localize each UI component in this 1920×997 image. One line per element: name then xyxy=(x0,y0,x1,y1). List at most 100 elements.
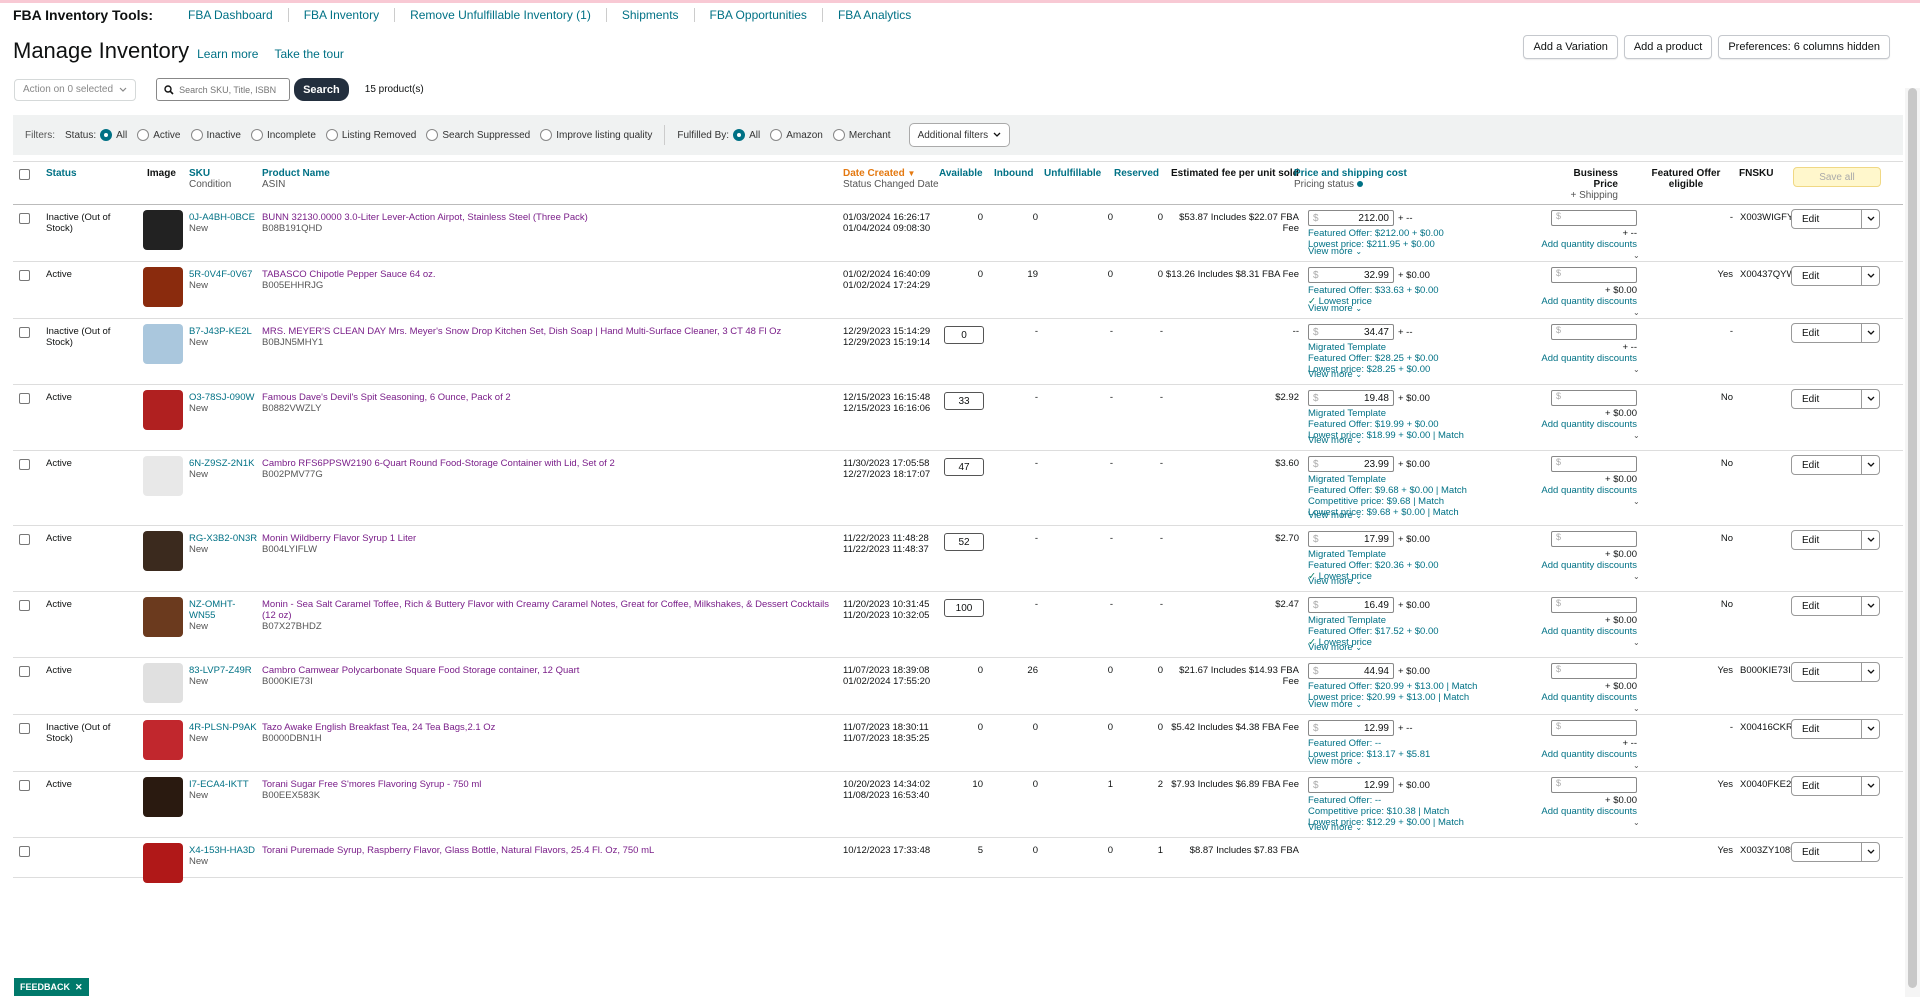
edit-button[interactable]: Edit xyxy=(1792,390,1861,408)
add-quantity-discounts-link[interactable]: Add quantity discounts xyxy=(1523,353,1637,364)
edit-button[interactable]: Edit xyxy=(1792,777,1861,795)
product-name-link[interactable]: TABASCO Chipotle Pepper Sauce 64 oz. xyxy=(262,269,436,280)
sku-link[interactable]: B7-J43P-KE2L xyxy=(189,326,252,337)
edit-button[interactable]: Edit xyxy=(1792,267,1861,285)
col-status[interactable]: Status xyxy=(46,168,77,179)
business-price-input[interactable]: $ xyxy=(1551,531,1637,547)
edit-button[interactable]: Edit xyxy=(1792,324,1861,342)
sku-link[interactable]: 83-LVP7-Z49R xyxy=(189,665,252,676)
business-price-input[interactable]: $ xyxy=(1551,597,1637,613)
col-available[interactable]: Available xyxy=(939,168,983,179)
product-name-link[interactable]: Cambro RFS6PPSW2190 6-Quart Round Food-S… xyxy=(262,458,615,469)
sku-link[interactable]: I7-ECA4-IKTT xyxy=(189,779,249,790)
add-quantity-discounts-link[interactable]: Add quantity discounts xyxy=(1523,296,1637,307)
product-image[interactable] xyxy=(143,720,183,760)
search-input[interactable] xyxy=(179,84,280,95)
view-more-link[interactable]: View more ⌄ xyxy=(1308,576,1362,587)
price-input[interactable]: $44.94 xyxy=(1308,663,1394,679)
business-price-input[interactable]: $ xyxy=(1551,720,1637,736)
add-quantity-discounts-link[interactable]: Add quantity discounts xyxy=(1523,560,1637,571)
product-name-link[interactable]: Famous Dave's Devil's Spit Seasoning, 6 … xyxy=(262,392,511,403)
edit-dropdown-button[interactable] xyxy=(1861,390,1879,408)
sku-link[interactable]: X4-153H-HA3D xyxy=(189,845,255,856)
business-price-input[interactable]: $ xyxy=(1551,390,1637,406)
product-name-link[interactable]: Cambro Camwear Polycarbonate Square Food… xyxy=(262,665,579,676)
status-radio-incomplete[interactable]: Incomplete xyxy=(250,129,316,141)
add-quantity-discounts-link[interactable]: Add quantity discounts xyxy=(1523,485,1637,496)
row-checkbox[interactable] xyxy=(19,666,30,677)
edit-dropdown-button[interactable] xyxy=(1861,456,1879,474)
view-more-link[interactable]: View more ⌄ xyxy=(1308,699,1362,710)
info-icon[interactable] xyxy=(1356,181,1363,187)
feedback-tab[interactable]: FEEDBACK ✕ xyxy=(14,978,89,996)
product-image[interactable] xyxy=(143,663,183,703)
additional-filters-button[interactable]: Additional filters xyxy=(908,123,1011,147)
add-quantity-discounts-link[interactable]: Add quantity discounts xyxy=(1523,749,1637,760)
status-radio-all[interactable]: All xyxy=(100,129,127,141)
view-more-link[interactable]: View more ⌄ xyxy=(1308,756,1362,767)
product-image[interactable] xyxy=(143,390,183,430)
col-sku[interactable]: SKU Condition xyxy=(189,168,231,190)
sku-link[interactable]: NZ-OMHT-WN55 xyxy=(189,599,235,621)
product-name-link[interactable]: Monin Wildberry Flavor Syrup 1 Liter xyxy=(262,533,416,544)
row-checkbox[interactable] xyxy=(19,600,30,611)
col-unfulfillable[interactable]: Unfulfillable xyxy=(1044,168,1101,179)
add-quantity-discounts-link[interactable]: Add quantity discounts xyxy=(1523,692,1637,703)
col-price[interactable]: Price and shipping cost Pricing status xyxy=(1294,168,1407,190)
sku-link[interactable]: 5R-0V4F-0V67 xyxy=(189,269,252,280)
add-quantity-discounts-link[interactable]: Add quantity discounts xyxy=(1523,626,1637,637)
edit-button[interactable]: Edit xyxy=(1792,531,1861,549)
col-date-created[interactable]: Date Created ▼ Status Changed Date xyxy=(843,168,939,190)
row-checkbox[interactable] xyxy=(19,534,30,545)
status-radio-listing-removed[interactable]: Listing Removed xyxy=(325,129,416,141)
tool-link-dashboard[interactable]: FBA Dashboard xyxy=(173,8,288,22)
price-input[interactable]: $34.47 xyxy=(1308,324,1394,340)
edit-button[interactable]: Edit xyxy=(1792,663,1861,681)
business-price-input[interactable]: $ xyxy=(1551,663,1637,679)
vertical-scrollbar[interactable] xyxy=(1905,88,1920,997)
row-checkbox[interactable] xyxy=(19,270,30,281)
price-input[interactable]: $12.99 xyxy=(1308,777,1394,793)
preferences-button[interactable]: Preferences: 6 columns hidden xyxy=(1718,35,1890,59)
sku-link[interactable]: 6N-Z9SZ-2N1K xyxy=(189,458,254,469)
product-image[interactable] xyxy=(143,210,183,250)
quantity-input[interactable]: 52 xyxy=(944,533,984,551)
product-image[interactable] xyxy=(143,267,183,307)
product-name-link[interactable]: BUNN 32130.0000 3.0-Liter Lever-Action A… xyxy=(262,212,588,223)
business-price-input[interactable]: $ xyxy=(1551,324,1637,340)
tool-link-analytics[interactable]: FBA Analytics xyxy=(821,8,926,22)
view-more-link[interactable]: View more ⌄ xyxy=(1308,642,1362,653)
edit-dropdown-button[interactable] xyxy=(1861,531,1879,549)
tool-link-inventory[interactable]: FBA Inventory xyxy=(287,8,394,22)
price-input[interactable]: $23.99 xyxy=(1308,456,1394,472)
edit-button[interactable]: Edit xyxy=(1792,456,1861,474)
edit-button[interactable]: Edit xyxy=(1792,597,1861,615)
view-more-link[interactable]: View more ⌄ xyxy=(1308,435,1362,446)
product-name-link[interactable]: Torani Puremade Syrup, Raspberry Flavor,… xyxy=(262,845,654,856)
edit-dropdown-button[interactable] xyxy=(1861,597,1879,615)
col-inbound[interactable]: Inbound xyxy=(994,168,1033,179)
quantity-input[interactable]: 100 xyxy=(944,599,984,617)
price-input[interactable]: $17.99 xyxy=(1308,531,1394,547)
price-input[interactable]: $12.99 xyxy=(1308,720,1394,736)
business-price-input[interactable]: $ xyxy=(1551,267,1637,283)
add-variation-button[interactable]: Add a Variation xyxy=(1523,35,1618,59)
row-checkbox[interactable] xyxy=(19,459,30,470)
product-image[interactable] xyxy=(143,456,183,496)
view-more-link[interactable]: View more ⌄ xyxy=(1308,246,1362,257)
product-image[interactable] xyxy=(143,324,183,364)
price-input[interactable]: $32.99 xyxy=(1308,267,1394,283)
col-reserved[interactable]: Reserved xyxy=(1114,168,1159,179)
status-radio-inactive[interactable]: Inactive xyxy=(190,129,241,141)
edit-button[interactable]: Edit xyxy=(1792,720,1861,738)
status-radio-active[interactable]: Active xyxy=(137,129,181,141)
product-image[interactable] xyxy=(143,597,183,637)
tool-link-opportunities[interactable]: FBA Opportunities xyxy=(693,8,822,22)
status-radio-improve-quality[interactable]: Improve listing quality xyxy=(540,129,652,141)
product-name-link[interactable]: Tazo Awake English Breakfast Tea, 24 Tea… xyxy=(262,722,495,733)
add-quantity-discounts-link[interactable]: Add quantity discounts xyxy=(1523,419,1637,430)
col-product-name[interactable]: Product Name ASIN xyxy=(262,168,330,190)
view-more-link[interactable]: View more ⌄ xyxy=(1308,822,1362,833)
price-input[interactable]: $16.49 xyxy=(1308,597,1394,613)
price-input[interactable]: $19.48 xyxy=(1308,390,1394,406)
